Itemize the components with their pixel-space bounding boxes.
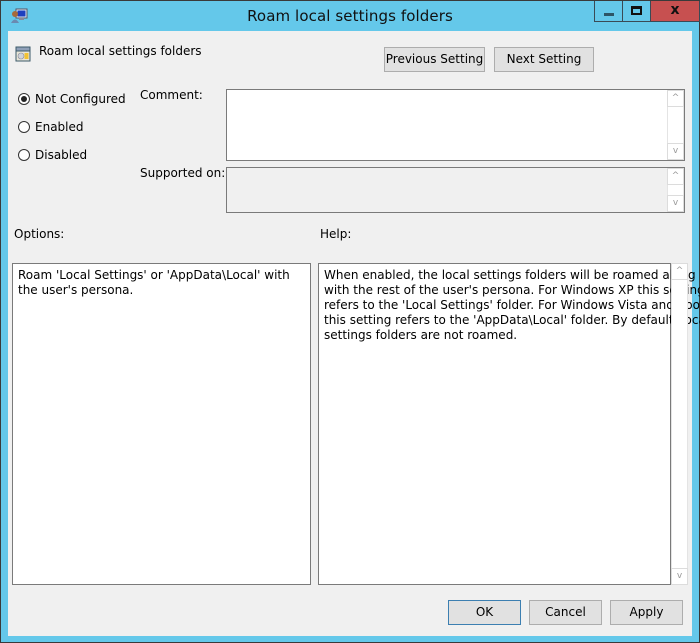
scroll-down-arrow-icon[interactable]: v [667, 143, 684, 160]
previous-setting-button[interactable]: Previous Setting [384, 47, 485, 72]
help-scrollbar[interactable]: ^ v [671, 263, 688, 585]
comment-scrollbar[interactable]: ^ v [667, 90, 684, 160]
scroll-up-arrow-icon[interactable]: ^ [667, 168, 684, 185]
next-setting-button[interactable]: Next Setting [494, 47, 594, 72]
radio-not-configured[interactable]: Not Configured [18, 92, 126, 106]
cancel-button[interactable]: Cancel [529, 600, 602, 625]
title-bar[interactable]: Roam local settings folders x [1, 1, 700, 31]
supported-on-label: Supported on: [140, 166, 226, 180]
window-controls: x [594, 1, 700, 22]
dialog-body: Roam local settings folders Previous Set… [8, 31, 700, 636]
apply-button[interactable]: Apply [610, 600, 683, 625]
minimize-icon [604, 13, 614, 16]
help-line: this setting refers to the 'AppData\Loca… [324, 313, 700, 327]
help-line: settings folders are not roamed. [324, 328, 518, 342]
scroll-track[interactable] [667, 107, 684, 143]
policy-title: Roam local settings folders [39, 44, 202, 58]
scroll-up-arrow-icon[interactable]: ^ [671, 263, 688, 280]
help-text: When enabled, the local settings folders… [324, 268, 700, 343]
dialog-window: Roam local settings folders x Roam local… [0, 0, 700, 643]
help-line: When enabled, the local settings folders… [324, 268, 696, 282]
comment-textarea[interactable]: ^ v [226, 89, 685, 161]
policy-setting-icon [15, 46, 31, 62]
close-button[interactable]: x [651, 1, 699, 21]
supported-on-field: ^ v [226, 167, 685, 213]
ok-button[interactable]: OK [448, 600, 521, 625]
radio-button[interactable] [18, 93, 30, 105]
scroll-up-arrow-icon[interactable]: ^ [667, 90, 684, 107]
radio-button[interactable] [18, 149, 30, 161]
help-panel: When enabled, the local settings folders… [318, 263, 700, 585]
options-text: Roam 'Local Settings' or 'AppData\Local'… [18, 268, 290, 297]
maximize-button[interactable] [623, 1, 651, 21]
supported-on-scrollbar[interactable]: ^ v [667, 168, 684, 212]
scroll-track[interactable] [667, 185, 684, 195]
radio-label: Enabled [35, 120, 84, 134]
close-icon: x [670, 2, 680, 18]
scroll-down-arrow-icon[interactable]: v [671, 568, 688, 585]
maximize-icon [631, 6, 642, 15]
help-line: with the rest of the user's persona. For… [324, 283, 700, 297]
options-panel: Roam 'Local Settings' or 'AppData\Local'… [12, 263, 311, 585]
comment-label: Comment: [140, 88, 203, 102]
radio-disabled[interactable]: Disabled [18, 148, 87, 162]
help-line: refers to the 'Local Settings' folder. F… [324, 298, 700, 312]
radio-button[interactable] [18, 121, 30, 133]
options-label: Options: [14, 227, 65, 241]
radio-label: Disabled [35, 148, 88, 162]
scroll-down-arrow-icon[interactable]: v [667, 195, 684, 212]
radio-enabled[interactable]: Enabled [18, 120, 84, 134]
minimize-button[interactable] [595, 1, 623, 21]
help-label: Help: [320, 227, 352, 241]
radio-label: Not Configured [35, 92, 126, 106]
scroll-track[interactable] [671, 280, 688, 568]
